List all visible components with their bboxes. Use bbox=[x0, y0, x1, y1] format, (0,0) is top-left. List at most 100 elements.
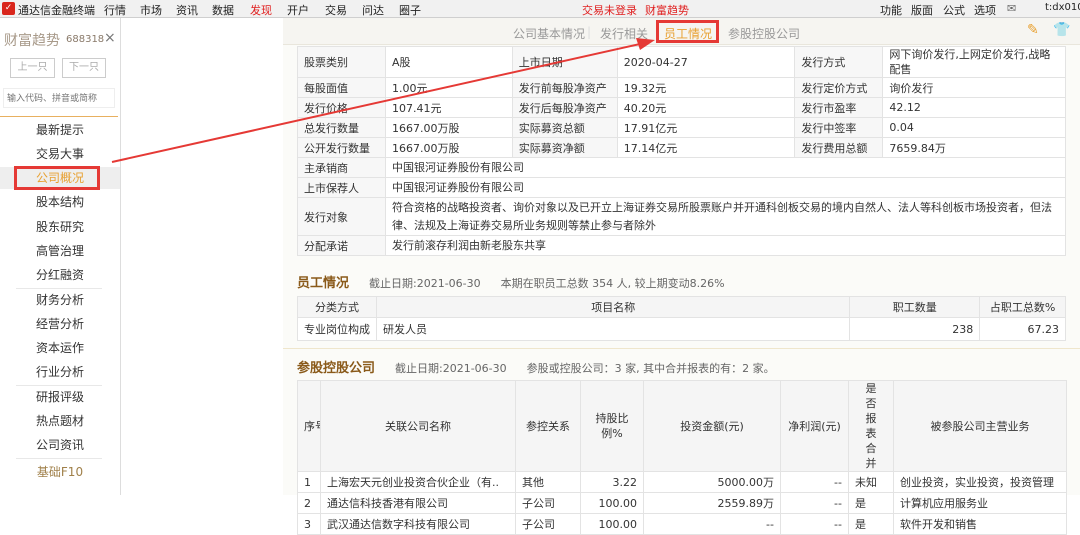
table-row[interactable]: 1 上海宏天元创业投资合伙企业（有.. 其他 3.22 5000.00万 -- 未知 创业投资… bbox=[297, 471, 1067, 493]
holdings-section-header: 参股控股公司 截止日期:2021-06-30 参股或控股公司：3 家, 其中合并报表… bbox=[297, 357, 795, 376]
edit-icon[interactable]: ✎ bbox=[1027, 22, 1039, 38]
table-row: 专业岗位构成 研发人员 238 67.23 bbox=[297, 317, 1066, 341]
sidebar-item-operations[interactable]: 经营分析 bbox=[0, 313, 120, 335]
current-stock: 财富趋势 bbox=[645, 4, 689, 17]
table-cell: 武汉通达信数字科技有限公司 bbox=[320, 513, 516, 535]
sidebar-item-capital[interactable]: 资本运作 bbox=[0, 337, 120, 359]
field-value: 询价发行 bbox=[882, 77, 1066, 98]
menu-news[interactable]: 资讯 bbox=[176, 2, 198, 18]
table-cell: 是 bbox=[848, 492, 894, 514]
menu-options[interactable]: 选项 bbox=[974, 2, 996, 18]
menu-discover[interactable]: 发现 bbox=[250, 2, 272, 18]
table-row[interactable]: 3 武汉通达信数字科技有限公司 子公司 100.00 -- -- 是软件开发和销售 bbox=[297, 513, 1067, 535]
table-row: 主承销商 中国银河证券股份有限公司 bbox=[297, 157, 1067, 178]
column-header: 是否报表合并 bbox=[848, 380, 894, 472]
table-row[interactable]: 2 通达信科技香港有限公司 子公司 100.00 2559.89万 -- 是计算机应用服务业 bbox=[297, 492, 1067, 514]
sidebar-item-trade-events[interactable]: 交易大事 bbox=[0, 143, 120, 165]
menu-trade[interactable]: 交易 bbox=[325, 2, 347, 18]
close-icon[interactable]: × bbox=[104, 30, 116, 46]
field-label: 发行定价方式 bbox=[794, 77, 884, 98]
column-header: 项目名称 bbox=[375, 296, 851, 318]
menu-layout[interactable]: 版面 bbox=[911, 2, 933, 18]
field-label: 发行后每股净资产 bbox=[511, 97, 618, 118]
column-header: 被参股公司主营业务 bbox=[893, 380, 1067, 472]
tab-separator: | bbox=[587, 25, 592, 39]
field-value: A股 bbox=[384, 46, 513, 78]
holdings-table: 序号关联公司名称参控关系持股比例%投资金额(元)净利润(元)是否报表合并被参股公… bbox=[297, 380, 1067, 535]
tab-bar: 公司基本情况 | 发行相关 员工情况 参股控股公司 ✎ 👕 bbox=[283, 18, 1080, 45]
column-header: 参控关系 bbox=[515, 380, 581, 472]
field-value: 符合资格的战略投资者、询价对象以及已开立上海证券交易所股票账户并开通科创板交易的… bbox=[384, 197, 1067, 236]
table-cell: 100.00 bbox=[580, 492, 644, 514]
menu-formula[interactable]: 公式 bbox=[943, 2, 965, 18]
table-cell: 5000.00万 bbox=[643, 471, 781, 493]
field-label: 发行费用总额 bbox=[794, 137, 884, 158]
menu-market[interactable]: 市场 bbox=[140, 2, 162, 18]
sidebar-item-hot-topics[interactable]: 热点题材 bbox=[0, 410, 120, 432]
issue-table: 股票类别 A股 上市日期 2020-04-27 发行方式 网下询价发行,上网定价发行,战略… bbox=[297, 46, 1067, 256]
stock-search-input[interactable] bbox=[3, 88, 115, 108]
skin-icon[interactable]: 👕 bbox=[1053, 22, 1070, 38]
field-value: 42.12 bbox=[882, 97, 1066, 118]
tab-company-basic[interactable]: 公司基本情况 bbox=[513, 25, 585, 42]
sidebar-item-company-news[interactable]: 公司资讯 bbox=[0, 434, 120, 456]
sidebar-item-financial[interactable]: 财务分析 bbox=[0, 289, 120, 311]
tab-holdings[interactable]: 参股控股公司 bbox=[728, 25, 800, 42]
field-label: 发行市盈率 bbox=[794, 97, 884, 118]
left-panel: 财富趋势 688318 × 上一只 下一只 最新提示 交易大事 公司概况 股本结… bbox=[0, 18, 121, 495]
field-label: 发行方式 bbox=[794, 46, 884, 78]
sidebar-item-shareholders[interactable]: 股东研究 bbox=[0, 216, 120, 238]
holdings-date: 截止日期:2021-06-30 bbox=[395, 362, 507, 375]
tab-issue[interactable]: 发行相关 bbox=[600, 25, 648, 42]
field-value: 1667.00万股 bbox=[384, 137, 513, 158]
table-row: 发行价格 107.41元 发行后每股净资产 40.20元 发行市盈率 42.12 bbox=[297, 97, 1066, 118]
stock-name: 财富趋势 bbox=[4, 33, 60, 49]
table-cell: 3.22 bbox=[580, 471, 644, 493]
sidebar-item-share-structure[interactable]: 股本结构 bbox=[0, 191, 120, 213]
field-value: 1.00元 bbox=[384, 77, 513, 98]
menu-data[interactable]: 数据 bbox=[212, 2, 234, 18]
table-row: 总发行数量 1667.00万股 实际募资总额 17.91亿元 发行中签率 0.04 bbox=[297, 117, 1066, 138]
column-header: 投资金额(元) bbox=[643, 380, 781, 472]
field-label: 公开发行数量 bbox=[297, 137, 386, 158]
field-label: 主承销商 bbox=[297, 157, 386, 178]
field-label: 实际募资总额 bbox=[511, 117, 618, 138]
table-cell: 未知 bbox=[848, 471, 894, 493]
divider bbox=[0, 116, 118, 117]
field-label: 发行价格 bbox=[297, 97, 386, 118]
menu-quotes[interactable]: 行情 bbox=[104, 2, 126, 18]
menu-wenda[interactable]: 问达 bbox=[362, 2, 384, 18]
sidebar-item-basic-f10[interactable]: 基础F10 bbox=[0, 461, 120, 483]
field-label: 上市保荐人 bbox=[297, 177, 386, 198]
table-row: 分配承诺 发行前滚存利润由新老股东共享 bbox=[297, 235, 1067, 256]
table-cell: 2559.89万 bbox=[643, 492, 781, 514]
table-header-row: 序号关联公司名称参控关系持股比例%投资金额(元)净利润(元)是否报表合并被参股公… bbox=[297, 380, 1067, 472]
table-cell: 上海宏天元创业投资合伙企业（有.. bbox=[320, 471, 516, 493]
table-cell: 100.00 bbox=[580, 513, 644, 535]
prev-stock-button[interactable]: 上一只 bbox=[10, 58, 55, 78]
table-cell: 67.23 bbox=[979, 317, 1066, 341]
column-header: 占职工总数% bbox=[979, 296, 1066, 318]
trade-login-status[interactable]: 交易未登录 bbox=[582, 2, 637, 18]
message-icon[interactable]: ✉ bbox=[1007, 2, 1016, 15]
sidebar-item-latest[interactable]: 最新提示 bbox=[0, 119, 120, 141]
sidebar-item-governance[interactable]: 高管治理 bbox=[0, 240, 120, 262]
sidebar-item-industry[interactable]: 行业分析 bbox=[0, 361, 120, 383]
next-stock-button[interactable]: 下一只 bbox=[62, 58, 106, 78]
sidebar-item-dividends[interactable]: 分红融资 bbox=[0, 264, 120, 286]
table-row: 每股面值 1.00元 发行前每股净资产 19.32元 发行定价方式 询价发行 bbox=[297, 77, 1066, 98]
app-logo-icon: ✓ bbox=[2, 2, 15, 15]
field-label: 实际募资净额 bbox=[511, 137, 618, 158]
highlight-box bbox=[14, 166, 100, 190]
menu-open-account[interactable]: 开户 bbox=[287, 2, 309, 18]
table-cell: 3 bbox=[297, 513, 321, 535]
menu-function[interactable]: 功能 bbox=[880, 2, 902, 18]
sidebar-item-research[interactable]: 研报评级 bbox=[0, 386, 120, 408]
field-value: 17.91亿元 bbox=[616, 117, 796, 138]
app-title: 通达信金融终端 bbox=[18, 4, 95, 17]
field-label: 发行中签率 bbox=[794, 117, 884, 138]
table-cell: 2 bbox=[297, 492, 321, 514]
table-cell: -- bbox=[780, 513, 849, 535]
menu-circle[interactable]: 圈子 bbox=[399, 2, 421, 18]
table-cell: 通达信科技香港有限公司 bbox=[320, 492, 516, 514]
